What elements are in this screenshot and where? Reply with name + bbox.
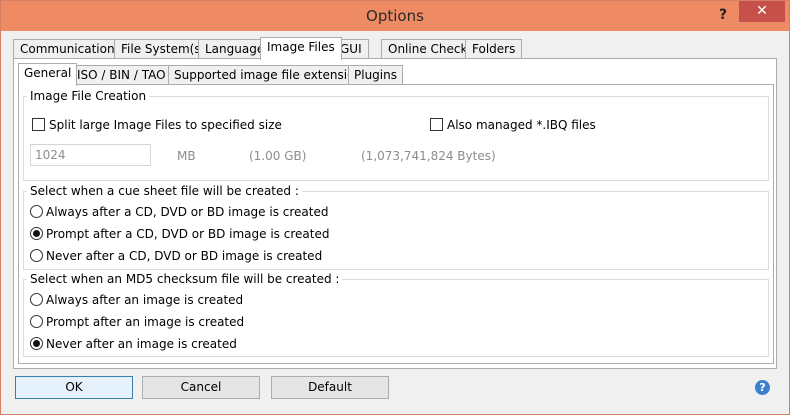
cue-never-label[interactable]: Never after a CD, DVD or BD image is cre… <box>46 249 322 263</box>
cue-always-label[interactable]: Always after a CD, DVD or BD image is cr… <box>46 205 328 219</box>
split-checkbox[interactable] <box>32 118 45 131</box>
cue-never-radio[interactable] <box>30 249 43 262</box>
image-file-creation-label: Image File Creation <box>27 89 150 103</box>
md5-label: Select when an MD5 checksum file will be… <box>27 272 343 286</box>
title-bar[interactable]: Options ? ✕ <box>1 1 789 31</box>
ibq-checkbox[interactable] <box>430 118 443 131</box>
help-icon[interactable]: ? <box>755 380 770 395</box>
md5-prompt-radio[interactable] <box>30 315 43 328</box>
tab-folders[interactable]: Folders <box>465 39 523 59</box>
default-button[interactable]: Default <box>271 376 389 399</box>
help-title-button[interactable]: ? <box>713 5 733 25</box>
subtab-supported-extensions[interactable]: Supported image file extensions <box>168 65 375 85</box>
size-unit-label: MB <box>177 149 196 163</box>
md5-never-label[interactable]: Never after an image is created <box>46 337 237 351</box>
subtab-plugins[interactable]: Plugins <box>348 65 403 85</box>
cancel-button[interactable]: Cancel <box>142 376 260 399</box>
ibq-label[interactable]: Also managed *.IBQ files <box>447 118 596 132</box>
md5-always-radio[interactable] <box>30 293 43 306</box>
cue-sheet-label: Select when a cue sheet file will be cre… <box>27 184 302 198</box>
cue-always-radio[interactable] <box>30 205 43 218</box>
md5-never-radio[interactable] <box>30 337 43 350</box>
tab-communication[interactable]: Communication <box>13 39 122 59</box>
close-button[interactable]: ✕ <box>739 1 785 22</box>
md5-always-label[interactable]: Always after an image is created <box>46 293 243 307</box>
window-title: Options <box>366 7 424 25</box>
tab-image-files[interactable]: Image Files <box>260 37 342 60</box>
subtab-general[interactable]: General <box>18 63 78 86</box>
split-size-input[interactable] <box>30 144 151 166</box>
size-gb-label: (1.00 GB) <box>249 149 307 163</box>
ok-button[interactable]: OK <box>15 376 133 399</box>
size-bytes-label: (1,073,741,824 Bytes) <box>361 149 496 163</box>
split-label[interactable]: Split large Image Files to specified siz… <box>49 118 282 132</box>
cue-prompt-label[interactable]: Prompt after a CD, DVD or BD image is cr… <box>46 227 329 241</box>
cue-prompt-radio[interactable] <box>30 227 43 240</box>
image-file-creation-group <box>23 96 769 181</box>
md5-prompt-label[interactable]: Prompt after an image is created <box>46 315 244 329</box>
tab-online-check[interactable]: Online Check <box>381 39 475 59</box>
subtab-iso-bin-tao[interactable]: ISO / BIN / TAO <box>71 65 172 85</box>
